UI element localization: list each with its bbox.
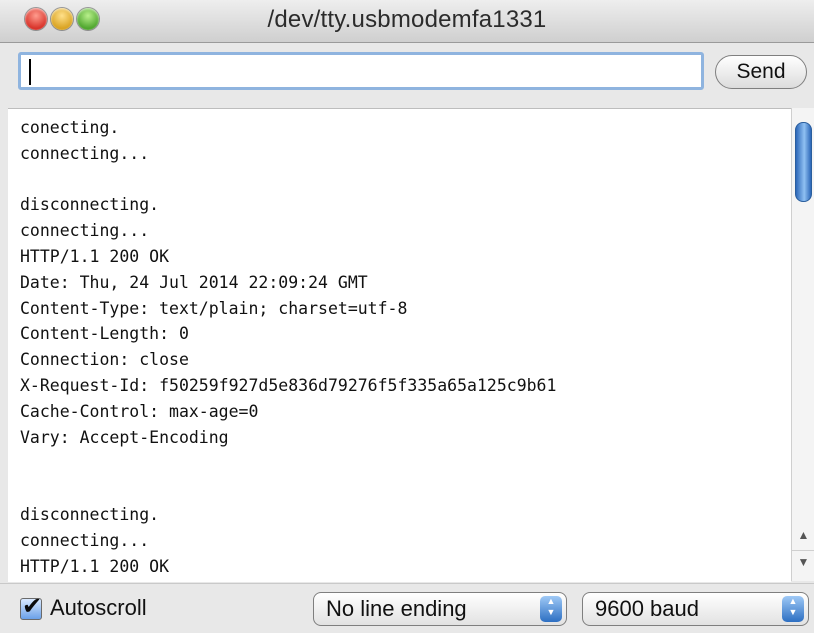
serial-output-lines: conecting. connecting... disconnecting. con… bbox=[20, 115, 556, 579]
vertical-scrollbar[interactable]: ▲ ▼ bbox=[791, 108, 814, 581]
autoscroll-label: Autoscroll bbox=[50, 595, 147, 620]
console-line: disconnecting. bbox=[20, 504, 160, 524]
console-line: Cache-Control: max-age=0 bbox=[20, 401, 259, 421]
up-down-stepper-icon: ▲ ▼ bbox=[782, 596, 804, 622]
serial-monitor-window: /dev/tty.usbmodemfa1331 Send conecting. c… bbox=[0, 0, 814, 633]
baud-rate-select[interactable]: 9600 baud ▲ ▼ bbox=[582, 592, 809, 626]
status-bar: ✔ Autoscroll No line ending ▲ ▼ 9600 baud… bbox=[0, 583, 814, 633]
scroll-up-arrow-icon[interactable]: ▲ bbox=[792, 524, 814, 546]
autoscroll-checkbox[interactable]: ✔ bbox=[20, 592, 42, 620]
scrollbar-thumb[interactable] bbox=[795, 122, 812, 202]
console-line: conecting. bbox=[20, 118, 120, 137]
console-line: connecting... bbox=[20, 530, 150, 550]
console-line: connecting... bbox=[20, 143, 150, 163]
console-line: Date: Thu, 24 Jul 2014 22:09:24 GMT bbox=[20, 272, 368, 292]
console-line: disconnecting. bbox=[20, 195, 160, 215]
checkmark-icon: ✔ bbox=[22, 592, 43, 620]
serial-send-input[interactable] bbox=[18, 52, 704, 90]
console-line: Vary: Accept-Encoding bbox=[20, 427, 229, 447]
console-line: HTTP/1.1 200 OK bbox=[20, 246, 170, 266]
send-button[interactable]: Send bbox=[715, 55, 807, 89]
scroll-down-arrow-icon[interactable]: ▼ bbox=[792, 550, 814, 573]
console-line: Content-Type: text/plain; charset=utf-8 bbox=[20, 298, 408, 318]
title-bar: /dev/tty.usbmodemfa1331 bbox=[0, 0, 814, 43]
console-line: Connection: close bbox=[20, 350, 189, 370]
serial-output-area: conecting. connecting... disconnecting. con… bbox=[8, 108, 791, 582]
baud-rate-value: 9600 baud bbox=[595, 596, 699, 621]
text-caret bbox=[29, 59, 31, 85]
window-title: /dev/tty.usbmodemfa1331 bbox=[267, 6, 547, 33]
line-ending-value: No line ending bbox=[326, 596, 467, 621]
up-down-stepper-icon: ▲ ▼ bbox=[540, 596, 562, 622]
console-line: connecting... bbox=[20, 221, 150, 241]
console-line: X-Request-Id: f50259f927d5e836d79276f5f3… bbox=[20, 375, 557, 395]
console-line: Content-Length: 0 bbox=[20, 324, 189, 344]
line-ending-select[interactable]: No line ending ▲ ▼ bbox=[313, 592, 567, 626]
console-line: HTTP/1.1 200 OK bbox=[20, 556, 170, 576]
send-toolbar: Send bbox=[0, 43, 814, 105]
